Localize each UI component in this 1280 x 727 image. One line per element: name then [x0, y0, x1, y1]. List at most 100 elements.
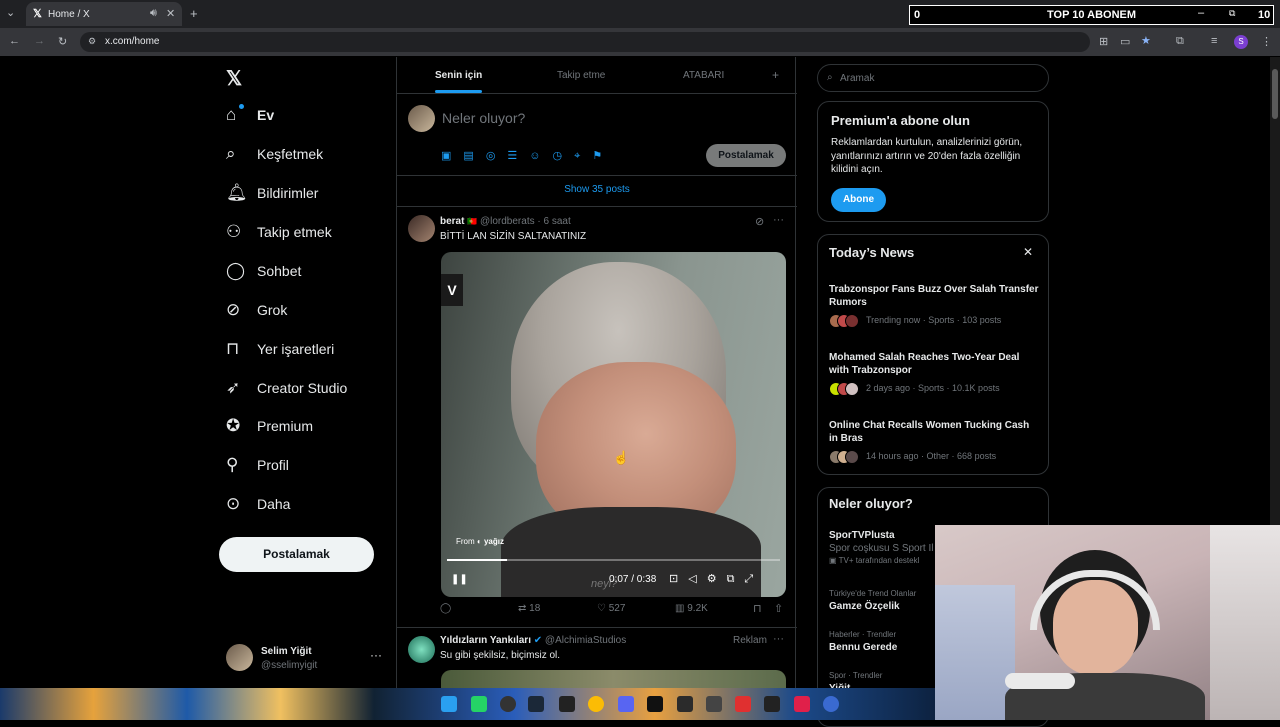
image-icon[interactable]: ▣	[441, 150, 463, 162]
avatar[interactable]	[408, 636, 435, 663]
pip-icon[interactable]: ⧉	[727, 573, 745, 585]
bookmark-star-icon[interactable]: ★	[1141, 34, 1151, 47]
add-tab-icon[interactable]: +	[772, 68, 779, 82]
post-handle[interactable]: @lordberats	[480, 216, 535, 227]
tab-following[interactable]: Takip etme	[557, 70, 605, 81]
search-input[interactable]: Aramak	[840, 73, 874, 84]
nav-item-label: Keşfetmek	[257, 146, 324, 162]
speaker-icon[interactable]: 🔊︎	[150, 7, 157, 20]
post-author[interactable]: Yıldızların Yankıları	[440, 635, 531, 646]
more-icon[interactable]: ···	[370, 648, 382, 662]
app-icon[interactable]	[794, 696, 810, 712]
news-item[interactable]: Mohamed Salah Reaches Two-Year Deal with…	[818, 349, 1050, 399]
fullscreen-icon[interactable]: ⤢	[744, 573, 763, 585]
app-icon[interactable]	[823, 696, 839, 712]
search-box[interactable]: ⌕ Aramak	[817, 64, 1049, 92]
tab-for-you[interactable]: Senin için	[435, 70, 482, 81]
location-icon[interactable]: ⌖	[574, 150, 592, 162]
whatsapp-icon[interactable]	[471, 696, 487, 712]
media-icon[interactable]: ≡	[1211, 35, 1217, 47]
news-item[interactable]: Online Chat Recalls Women Tucking Cash i…	[818, 417, 1050, 467]
restore-icon[interactable]: ⧉	[1229, 8, 1235, 19]
notification-dot	[239, 104, 244, 109]
tab-search-icon[interactable]: ⌄	[6, 6, 15, 19]
news-card: Today’s News ✕ Trabzonspor Fans Buzz Ove…	[817, 234, 1049, 475]
app-icon[interactable]	[735, 696, 751, 712]
scrollbar-thumb[interactable]	[1272, 69, 1278, 119]
app-icon[interactable]	[677, 696, 693, 712]
gif-icon[interactable]: ▤	[463, 150, 485, 162]
bookmark-icon[interactable]: ⊓	[753, 602, 762, 615]
post[interactable]: berat 🇵🇹 @lordberats · 6 saat ⊘ ··· BİTT…	[397, 207, 795, 627]
post-button[interactable]: Postalamak	[219, 537, 374, 572]
nav-item-label: Grok	[257, 302, 288, 318]
views-button[interactable]: ▥ 9.2K	[675, 603, 708, 614]
post-handle[interactable]: @AlchimiaStudios	[545, 635, 626, 646]
more-icon[interactable]: ···	[773, 633, 784, 645]
account-switcher[interactable]: Selim Yiğit @sselimyigit ···	[226, 643, 386, 675]
repost-button[interactable]: ⇄ 18	[518, 603, 540, 614]
tab-atabari[interactable]: ATABARI	[683, 70, 724, 81]
close-icon[interactable]: ✕	[1023, 245, 1033, 259]
translate-icon[interactable]: ⊞	[1099, 35, 1108, 48]
nav-item-label: Profil	[257, 457, 289, 473]
schedule-icon[interactable]: ◷	[553, 150, 575, 162]
like-button[interactable]: ♡ 527	[597, 603, 625, 614]
url-field[interactable]: ⚙ x.com/home	[80, 32, 1090, 52]
emoji-icon[interactable]: ☺	[529, 150, 552, 162]
captions-icon[interactable]: ⊡	[669, 573, 688, 585]
x-logo-icon[interactable]: 𝕏	[226, 66, 242, 91]
news-avatars	[829, 450, 861, 464]
compose-post-button[interactable]: Postalamak	[706, 144, 786, 167]
taskbar	[0, 688, 935, 720]
browser-tab[interactable]: 𝕏 Home / X 🔊︎ ✕	[26, 2, 182, 26]
settings-icon[interactable]: ⚙	[707, 573, 727, 585]
menu-icon[interactable]: ⋮	[1261, 35, 1272, 48]
shield-icon[interactable]	[706, 696, 722, 712]
epic-games-icon[interactable]	[559, 696, 575, 712]
avatar[interactable]	[408, 215, 435, 242]
post-author[interactable]: berat	[440, 216, 464, 227]
stream-overlay: 0 TOP 10 ABONEM – ⧉ 10	[909, 5, 1274, 25]
show-posts-link[interactable]: Show 35 posts	[397, 184, 797, 195]
pause-icon[interactable]: ❚❚	[451, 574, 468, 585]
grok-icon[interactable]: ⊘	[755, 215, 764, 228]
terminal-icon[interactable]	[764, 696, 780, 712]
windows-start-icon[interactable]	[441, 696, 457, 712]
grok-icon[interactable]: ◎	[486, 150, 508, 162]
extensions-icon[interactable]: ⧉	[1176, 35, 1184, 48]
flag-icon[interactable]: ⚑	[592, 150, 614, 162]
avatar	[226, 644, 253, 671]
discord-icon[interactable]	[618, 696, 634, 712]
reload-icon[interactable]: ↻	[58, 35, 67, 48]
minimize-icon[interactable]: –	[1198, 7, 1204, 19]
back-icon[interactable]: ←	[9, 35, 20, 47]
overlay-left: 0	[914, 9, 921, 21]
obs-icon[interactable]	[500, 696, 516, 712]
profile-avatar[interactable]: S	[1234, 35, 1248, 49]
close-tab-icon[interactable]: ✕	[166, 7, 175, 20]
chrome-icon[interactable]	[588, 696, 604, 712]
subscribe-button[interactable]: Abone	[831, 188, 886, 212]
whats-happening-title: Neler oluyor?	[829, 496, 913, 511]
tiktok-icon[interactable]	[647, 696, 663, 712]
steam-icon[interactable]	[528, 696, 544, 712]
video-progress-track[interactable]	[447, 559, 780, 561]
site-info-icon[interactable]: ⚙	[88, 36, 96, 47]
volume-icon[interactable]: ◁	[688, 573, 706, 585]
rocket-icon: ➶	[226, 378, 241, 397]
compose-input[interactable]: Neler oluyor?	[442, 110, 525, 126]
cast-icon[interactable]: ▭	[1120, 35, 1130, 48]
video-progress-fill	[447, 559, 507, 561]
reply-button[interactable]: ◯	[440, 603, 451, 614]
share-icon[interactable]: ⇧	[774, 602, 783, 615]
news-item[interactable]: Trabzonspor Fans Buzz Over Salah Transfe…	[818, 281, 1050, 331]
channel-logo: V	[441, 274, 463, 306]
search-icon: ⌕	[827, 72, 833, 83]
more-icon[interactable]: ···	[773, 214, 784, 226]
poll-icon[interactable]: ☰	[507, 150, 529, 162]
video-player[interactable]: V From ◐ yağız ❚❚ neyi? 0:07 / 0:38 ⊡◁⚙⧉…	[441, 252, 786, 597]
new-tab-icon[interactable]: +	[190, 6, 198, 21]
forward-icon[interactable]: →	[34, 35, 45, 47]
divider	[397, 175, 797, 176]
